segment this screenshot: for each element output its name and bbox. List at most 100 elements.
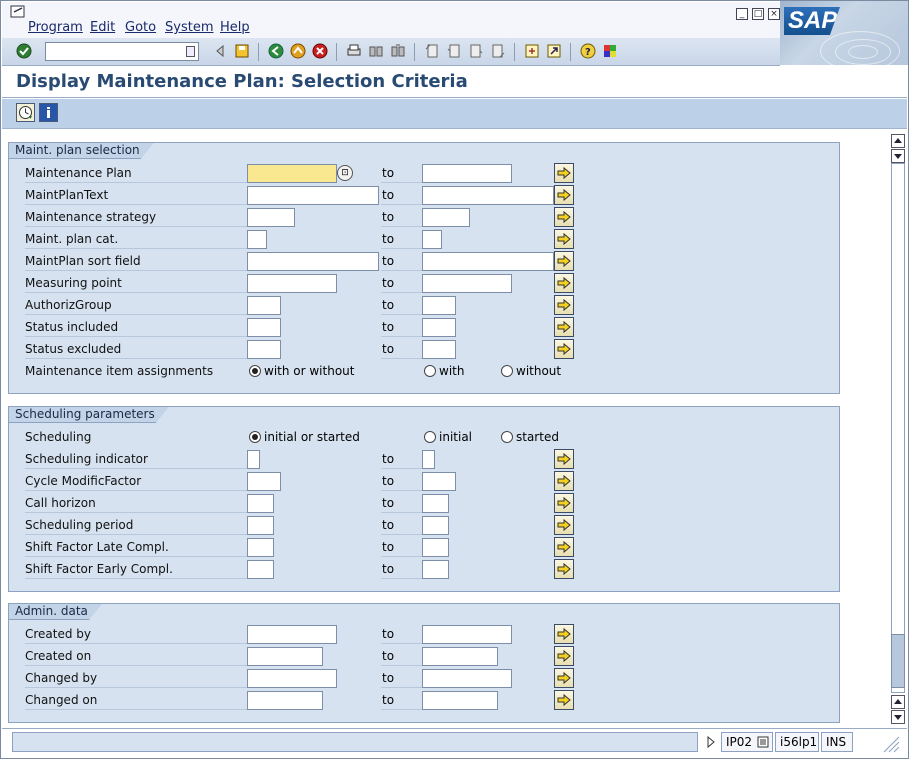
maintplantext-from[interactable] [247,186,379,205]
execute-button[interactable] [16,103,35,122]
multiple-selection-button[interactable] [554,207,574,227]
maintenance-plan-from[interactable] [247,164,337,183]
multiple-selection-button[interactable] [554,537,574,557]
status-expand-arrow-icon[interactable] [706,735,716,749]
command-input[interactable] [46,43,184,60]
first-page-icon[interactable] [424,43,440,59]
scrollbar-track[interactable] [891,163,905,693]
changed-on-to[interactable] [422,691,498,710]
radio-with[interactable] [424,365,436,377]
exit-icon[interactable] [290,43,306,59]
resize-grip-icon[interactable] [880,735,900,753]
created-by-from[interactable] [247,625,337,644]
maintplan-sort-field-from[interactable] [247,252,379,271]
changed-by-to[interactable] [422,669,512,688]
save-icon[interactable] [234,43,250,59]
multiple-selection-button[interactable] [554,493,574,513]
maintenance-plan-to[interactable] [422,164,512,183]
multiple-selection-button[interactable] [554,339,574,359]
minimize-icon[interactable]: _ [736,8,748,20]
multiple-selection-button[interactable] [554,690,574,710]
multiple-selection-button[interactable] [554,471,574,491]
cycle-modificfactor-to[interactable] [422,472,456,491]
arrow-left-icon[interactable] [212,43,228,59]
multiple-selection-button[interactable] [554,317,574,337]
menu-program[interactable]: Program [28,20,83,35]
info-button[interactable] [39,103,58,122]
authorizgroup-from[interactable] [247,296,281,315]
maintenance-strategy-from[interactable] [247,208,295,227]
multiple-selection-button[interactable] [554,559,574,579]
measuring-point-to[interactable] [422,274,512,293]
shift-factor-late-from[interactable] [247,538,274,557]
multiple-selection-button[interactable] [554,449,574,469]
previous-page-icon[interactable] [446,43,462,59]
radio-with-or-without[interactable] [249,365,261,377]
multiple-selection-button[interactable] [554,646,574,666]
shift-factor-early-to[interactable] [422,560,449,579]
menu-system[interactable]: System [165,20,213,35]
radio-initial-or-started[interactable] [249,431,261,443]
scheduling-indicator-from[interactable] [247,450,260,469]
scheduling-period-to[interactable] [422,516,449,535]
vertical-scrollbar[interactable] [890,131,907,726]
scroll-up-icon[interactable] [891,149,905,163]
changed-by-from[interactable] [247,669,337,688]
multiple-selection-button[interactable] [554,185,574,205]
help-icon[interactable]: ? [580,43,596,59]
command-field[interactable] [45,42,199,61]
multiple-selection-button[interactable] [554,251,574,271]
create-session-icon[interactable] [524,43,540,59]
close-icon[interactable]: × [768,8,780,20]
status-excluded-from[interactable] [247,340,281,359]
multiple-selection-button[interactable] [554,515,574,535]
history-list-icon[interactable] [186,46,195,57]
call-horizon-from[interactable] [247,494,274,513]
transaction-list-icon[interactable] [757,736,769,748]
status-insert-mode[interactable]: INS [821,732,853,752]
created-on-to[interactable] [422,647,498,666]
value-help-icon[interactable]: ⊡ [337,165,353,181]
authorizgroup-to[interactable] [422,296,456,315]
maintplan-sort-field-to[interactable] [422,252,554,271]
maint-plan-cat-from[interactable] [247,230,267,249]
status-included-from[interactable] [247,318,281,337]
find-next-icon[interactable] [390,43,406,59]
last-page-icon[interactable] [490,43,506,59]
shift-factor-late-to[interactable] [422,538,449,557]
scrollbar-thumb[interactable] [891,634,905,688]
multiple-selection-button[interactable] [554,163,574,183]
next-page-icon[interactable] [468,43,484,59]
created-on-from[interactable] [247,647,323,666]
scroll-up-bottom-icon[interactable] [891,695,905,709]
multiple-selection-button[interactable] [554,229,574,249]
measuring-point-from[interactable] [247,274,337,293]
scroll-top-icon[interactable] [891,134,905,148]
radio-started[interactable] [501,431,513,443]
print-icon[interactable] [346,43,362,59]
layout-menu-icon[interactable] [602,43,618,59]
find-icon[interactable] [368,43,384,59]
radio-initial[interactable] [424,431,436,443]
radio-without[interactable] [501,365,513,377]
system-menu-icon[interactable] [10,5,26,18]
maint-plan-cat-to[interactable] [422,230,442,249]
back-icon[interactable] [268,43,284,59]
multiple-selection-button[interactable] [554,668,574,688]
menu-help[interactable]: Help [220,20,250,35]
scroll-down-icon[interactable] [891,710,905,724]
status-excluded-to[interactable] [422,340,456,359]
shift-factor-early-from[interactable] [247,560,274,579]
multiple-selection-button[interactable] [554,624,574,644]
menu-edit[interactable]: Edit [90,20,115,35]
changed-on-from[interactable] [247,691,323,710]
call-horizon-to[interactable] [422,494,449,513]
menu-goto[interactable]: Goto [125,20,156,35]
scheduling-period-from[interactable] [247,516,274,535]
enter-checkmark-icon[interactable] [16,43,32,59]
multiple-selection-button[interactable] [554,273,574,293]
created-by-to[interactable] [422,625,512,644]
status-included-to[interactable] [422,318,456,337]
maximize-icon[interactable]: □ [752,8,764,20]
create-shortcut-icon[interactable] [546,43,562,59]
